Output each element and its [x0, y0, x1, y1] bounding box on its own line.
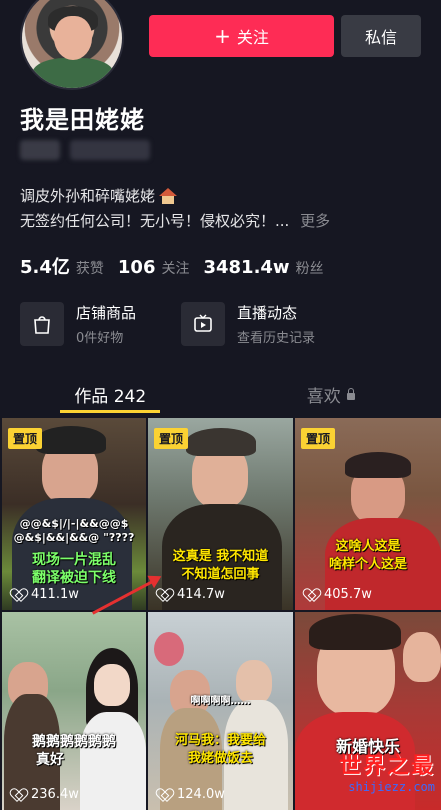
video-caption: 不知道怎回事	[181, 567, 260, 582]
video-likes: 236.4w	[12, 787, 79, 802]
watermark: 世界之最 shijiezz.com	[339, 748, 435, 794]
bio-line-1: 调皮外孙和碎嘴姥姥	[20, 185, 178, 206]
followers-count[interactable]: 3481.4w	[203, 257, 289, 278]
video-caption: 现场一片混乱	[32, 552, 116, 568]
message-button[interactable]: 私信	[341, 15, 421, 57]
bio-more-link[interactable]: 更多	[300, 212, 330, 230]
video-caption: 我姥做饭去	[187, 751, 253, 766]
followers-label[interactable]: 粉丝	[296, 258, 324, 278]
video-thumbnail[interactable]: 置顶 @@&$|/|-|&&@@$ @&$|&&|&&@ "???? 现场一片混…	[2, 418, 146, 610]
follow-button[interactable]: + 关注	[149, 15, 334, 57]
tab-likes[interactable]: 喜欢	[221, 372, 441, 416]
live-card-title: 直播动态	[237, 304, 298, 322]
video-caption: 这啥人这是	[335, 539, 401, 554]
following-label[interactable]: 关注	[161, 258, 189, 278]
watermark-url: shijiezz.com	[348, 780, 435, 794]
watermark-title: 世界之最	[338, 754, 435, 779]
video-likes: 414.7w	[158, 587, 225, 602]
tab-indicator	[60, 410, 160, 413]
heart-icon	[12, 789, 26, 801]
video-thumbnail[interactable]: 置顶 这啥人这是 啥样个人这是 405.7w	[295, 418, 441, 610]
video-likes: 405.7w	[305, 587, 372, 602]
shop-card[interactable]: 店铺商品 0件好物	[20, 298, 136, 350]
likes-count: 5.4亿	[20, 257, 70, 278]
lock-icon	[346, 387, 355, 400]
video-caption: 这真是 我不知道	[172, 549, 269, 564]
profile-name: 我是田姥姥	[20, 106, 145, 134]
video-caption: 鹅鹅鹅鹅鹅鹅	[32, 734, 116, 750]
live-tv-icon	[181, 302, 225, 346]
heart-icon	[158, 589, 172, 601]
video-caption: 河马我：我要给	[174, 733, 266, 748]
pinned-badge: 置顶	[8, 428, 43, 449]
message-label: 私信	[364, 28, 397, 47]
following-count[interactable]: 106	[118, 257, 156, 278]
video-caption: 啥样个人这是	[328, 557, 407, 572]
profile-stats: 5.4亿 获赞 106 关注 3481.4w 粉丝	[20, 253, 324, 279]
heart-icon	[12, 589, 26, 601]
heart-icon	[158, 789, 172, 801]
video-likes: 124.0w	[158, 787, 225, 802]
video-thumbnail[interactable]: 啊啊啊啊…… 河马我：我要给 我姥做饭去 124.0w	[148, 612, 293, 810]
avatar[interactable]	[20, 0, 124, 90]
video-thumbnail[interactable]: 置顶 这真是 我不知道 不知道怎回事 414.7w	[148, 418, 293, 610]
video-caption: @@&$|/|-|&&@@$	[19, 517, 129, 530]
follow-label: 关注	[236, 28, 269, 47]
pinned-badge: 置顶	[301, 428, 336, 449]
video-likes: 411.1w	[12, 587, 79, 602]
video-caption: @&$|&&|&&@ "????	[13, 531, 135, 544]
video-caption: 翻译被迫下线	[32, 570, 116, 586]
live-card[interactable]: 直播动态 查看历史记录	[181, 298, 315, 350]
pinned-badge: 置顶	[154, 428, 189, 449]
video-caption: 真好	[36, 752, 64, 768]
shop-card-subtitle: 0件好物	[76, 331, 124, 346]
bio-line-2: 无签约任何公司！无小号！侵权必究！... 更多	[20, 212, 331, 230]
shopping-bag-icon	[20, 302, 64, 346]
live-card-subtitle: 查看历史记录	[237, 331, 316, 346]
likes-label: 获赞	[75, 261, 104, 277]
shop-card-title: 店铺商品	[76, 304, 137, 322]
heart-icon	[305, 589, 319, 601]
video-thumbnail[interactable]: 鹅鹅鹅鹅鹅鹅 真好 236.4w	[2, 612, 146, 810]
blurred-id	[20, 140, 60, 160]
blurred-id-2	[70, 140, 150, 160]
plus-icon: +	[214, 24, 231, 48]
house-icon	[159, 187, 178, 204]
video-caption: 啊啊啊啊……	[190, 696, 251, 707]
